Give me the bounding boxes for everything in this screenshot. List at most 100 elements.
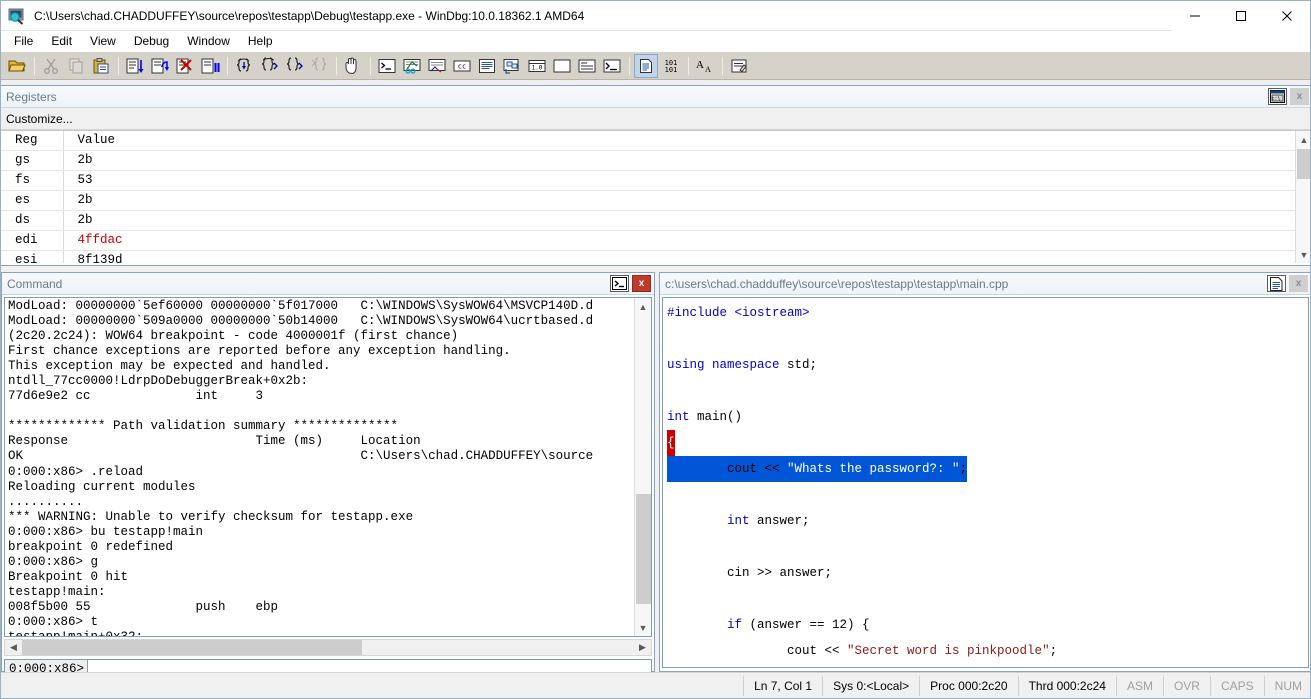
source-token: <iostream> — [734, 306, 810, 320]
toolbar-separator — [370, 56, 371, 75]
source-panel: c:\users\chad.chadduffey\source\repos\te… — [659, 272, 1310, 672]
source-token: #include — [667, 306, 735, 320]
scrollbar-thumb[interactable] — [22, 640, 362, 655]
table-row[interactable]: gs 2b — [1, 150, 1310, 171]
step-into-icon[interactable] — [123, 54, 147, 78]
processes-threads-icon[interactable] — [575, 54, 599, 78]
source-line[interactable] — [667, 586, 1308, 612]
source-line-content — [667, 488, 675, 502]
scroll-up-arrow-icon[interactable]: ▲ — [1296, 131, 1310, 148]
command-title-bar: Command x — [2, 273, 654, 295]
command-close-button[interactable]: x — [632, 275, 651, 292]
customize-link[interactable]: Customize... — [6, 112, 73, 126]
source-line[interactable]: cout << "Secret word is pinkpoodle"; — [667, 638, 1308, 664]
source-line[interactable]: cout << "Whats the password?: "; — [667, 456, 1308, 482]
source-token: ; — [1049, 644, 1058, 658]
source-token: "Whats the password?: " — [787, 462, 960, 476]
command-output-area[interactable]: ModLoad: 00000000`5ef60000 00000000`5f01… — [4, 297, 652, 637]
register-value: 4ffdac — [63, 230, 1310, 251]
memory-window-icon[interactable] — [475, 54, 499, 78]
scroll-left-arrow-icon[interactable]: ◀ — [5, 640, 22, 655]
register-name: esi — [1, 250, 64, 263]
svg-text:A: A — [696, 59, 704, 71]
source-line[interactable]: #include <iostream> — [667, 300, 1308, 326]
font-icon[interactable]: A A — [693, 54, 717, 78]
step-into-braces-icon[interactable] — [232, 54, 256, 78]
source-line[interactable] — [667, 378, 1308, 404]
source-line[interactable]: if (answer == 12) { — [667, 612, 1308, 638]
command-panel: Command x ModLoad: 00000000`5ef60000 000… — [1, 272, 655, 681]
source-token: cin >> answer; — [667, 566, 833, 580]
menu-item-edit[interactable]: Edit — [42, 32, 81, 50]
menu-bar: File Edit View Debug Window Help — [1, 31, 1310, 52]
minimize-button[interactable] — [1172, 1, 1218, 31]
command-vertical-scrollbar[interactable]: ▲ ▼ — [634, 298, 651, 636]
table-row[interactable]: es 2b — [1, 190, 1310, 211]
scrollbar-thumb[interactable] — [636, 494, 651, 604]
source-line[interactable]: } — [667, 664, 1308, 667]
source-close-button[interactable]: x — [1289, 275, 1308, 292]
source-document-icon[interactable] — [1267, 275, 1286, 292]
command-window-icon[interactable] — [375, 54, 399, 78]
source-line[interactable]: cin >> answer; — [667, 560, 1308, 586]
scroll-down-arrow-icon[interactable]: ▼ — [1296, 246, 1310, 263]
table-row[interactable]: esi 8f139d — [1, 250, 1310, 263]
toolbar-separator — [34, 56, 35, 75]
command-horizontal-scrollbar[interactable]: ◀ ▶ — [4, 639, 652, 656]
options-icon[interactable] — [727, 54, 751, 78]
scrollbar-thumb[interactable] — [1297, 149, 1310, 179]
scroll-down-arrow-icon[interactable]: ▼ — [635, 619, 651, 636]
source-line[interactable]: int main() — [667, 404, 1308, 430]
source-line[interactable] — [667, 534, 1308, 560]
status-asm: ASM — [1115, 675, 1163, 696]
registers-panel-buttons: c:\_ x — [1268, 88, 1310, 105]
call-stack-window-icon[interactable] — [500, 54, 524, 78]
svg-text:cc: cc — [458, 62, 466, 70]
window-restore-icon[interactable]: c:\_ — [1268, 88, 1287, 105]
source-line[interactable]: { — [667, 430, 1308, 456]
menu-item-debug[interactable]: Debug — [125, 32, 178, 50]
disassembly-window-icon[interactable]: 1.0 — [525, 54, 549, 78]
registers-vertical-scrollbar[interactable]: ▲ ▼ — [1295, 131, 1310, 263]
window-title: C:\Users\chad.CHADDUFFEY\source\repos\te… — [34, 8, 585, 23]
source-line-content: if (answer == 12) { — [667, 618, 870, 632]
registers-window-icon[interactable]: cc — [450, 54, 474, 78]
paste-icon[interactable] — [89, 54, 113, 78]
close-button[interactable] — [1264, 1, 1310, 31]
source-line[interactable] — [667, 482, 1308, 508]
menu-item-window[interactable]: Window — [178, 32, 239, 50]
break-icon[interactable] — [198, 54, 222, 78]
source-panel-buttons: x — [1267, 275, 1310, 292]
scratch-pad-icon[interactable] — [550, 54, 574, 78]
table-row[interactable]: ds 2b — [1, 210, 1310, 231]
stop-debugging-icon[interactable] — [173, 54, 197, 78]
table-row[interactable]: fs 53 — [1, 170, 1310, 191]
registers-close-button[interactable]: x — [1290, 88, 1309, 105]
menu-item-file[interactable]: File — [5, 32, 42, 50]
console-window-icon[interactable] — [610, 275, 629, 292]
command-output-text: ModLoad: 00000000`5ef60000 00000000`5f01… — [8, 299, 594, 636]
maximize-button[interactable] — [1218, 1, 1264, 31]
source-line[interactable]: int answer; — [667, 508, 1308, 534]
numbers-icon[interactable]: 101 101 — [659, 54, 683, 78]
menu-item-help[interactable]: Help — [239, 32, 282, 50]
source-window-icon[interactable] — [634, 53, 658, 78]
register-value: 53 — [63, 170, 1310, 191]
source-line[interactable]: using namespace std; — [667, 352, 1308, 378]
step-over-braces-icon[interactable] — [257, 54, 281, 78]
scroll-right-arrow-icon[interactable]: ▶ — [634, 640, 651, 655]
source-line[interactable] — [667, 326, 1308, 352]
locals-window-icon[interactable] — [425, 54, 449, 78]
step-out-braces-icon[interactable] — [282, 54, 306, 78]
watch-window-icon[interactable] — [400, 54, 424, 78]
open-executable-icon[interactable] — [5, 54, 29, 78]
table-row[interactable]: edi 4ffdac — [1, 230, 1310, 251]
step-over-icon[interactable] — [148, 54, 172, 78]
menu-item-view[interactable]: View — [81, 32, 125, 50]
source-code-area[interactable]: #include <iostream> using namespace std;… — [662, 297, 1309, 668]
scroll-up-arrow-icon[interactable]: ▲ — [635, 298, 651, 315]
hand-break-icon[interactable] — [341, 54, 365, 78]
command-browser-icon[interactable] — [600, 54, 624, 78]
breakpoint-marker: { — [667, 430, 675, 456]
svg-text:c:\_: c:\_ — [1271, 96, 1284, 102]
